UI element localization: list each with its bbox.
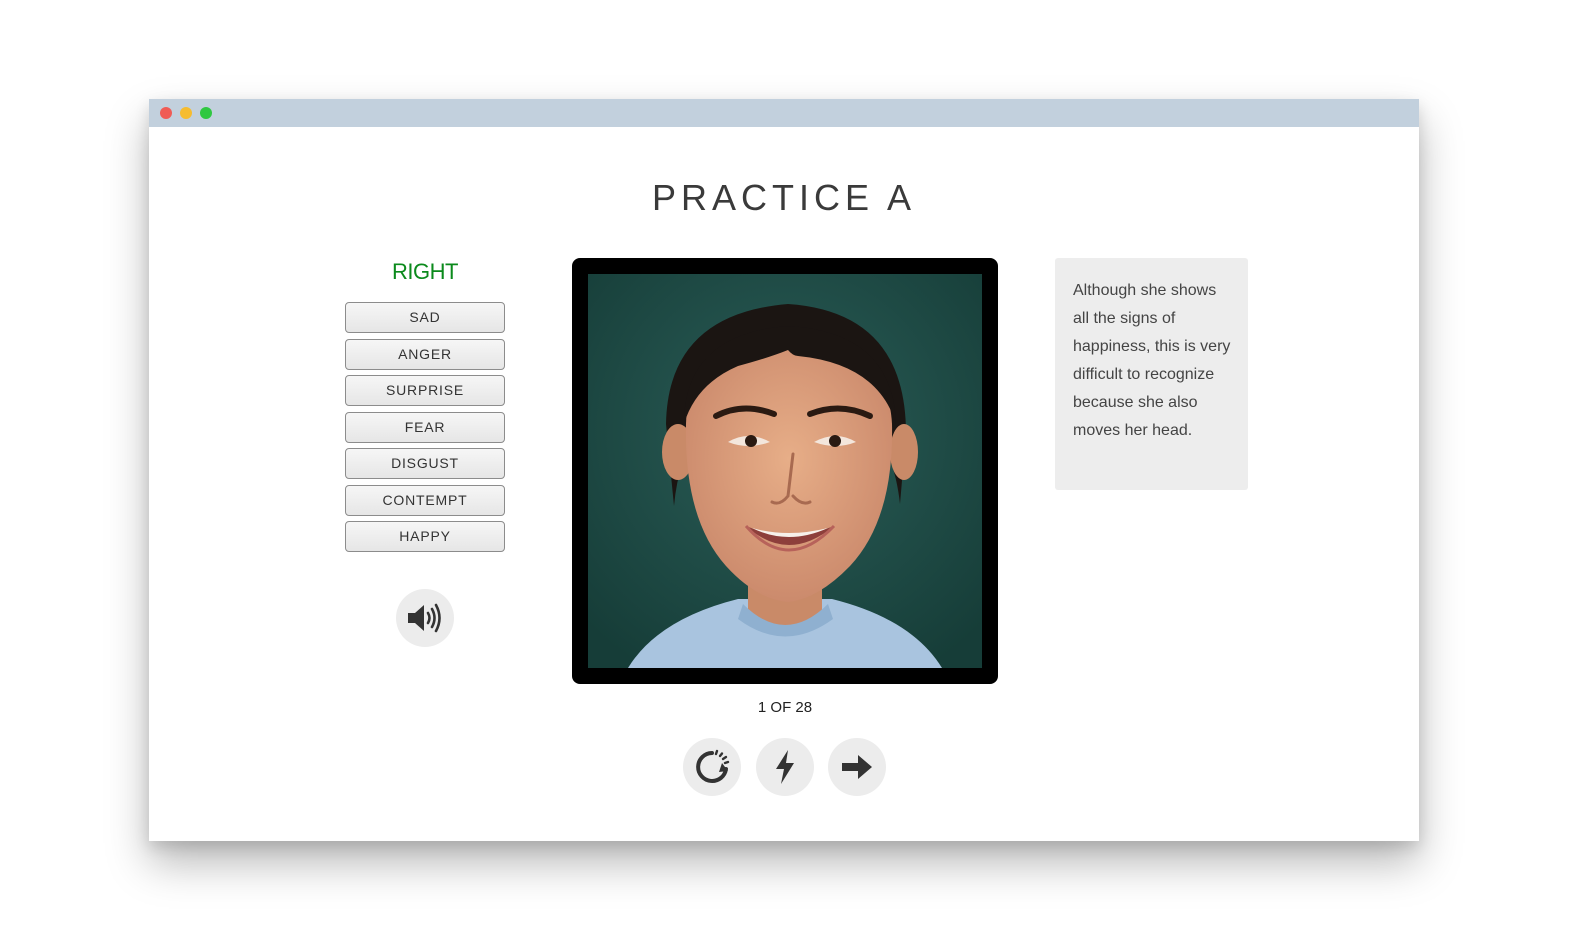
title-bar <box>149 99 1419 127</box>
playback-controls <box>683 738 887 796</box>
close-window-button[interactable] <box>160 107 172 119</box>
emotion-options: SAD ANGER SURPRISE FEAR DISGUST CONTEMPT… <box>345 302 505 558</box>
speaker-icon <box>408 603 441 633</box>
lightning-icon <box>776 750 794 784</box>
minimize-window-button[interactable] <box>180 107 192 119</box>
photo-frame <box>572 258 998 684</box>
arrow-right-icon <box>842 755 872 779</box>
answer-result: RIGHT <box>392 259 458 284</box>
emotion-button-surprise[interactable]: SURPRISE <box>345 375 505 406</box>
page-title: PRACTICE A <box>651 177 917 218</box>
emotion-button-contempt[interactable]: CONTEMPT <box>345 484 505 516</box>
emotion-button-happy[interactable]: HAPPY <box>345 521 505 552</box>
face-illustration <box>588 274 982 668</box>
feedback-panel: Although she shows all the signs of happ… <box>1055 258 1248 490</box>
progress-counter: 1 OF 28 <box>757 699 813 716</box>
sound-button[interactable] <box>396 589 454 647</box>
emotion-button-disgust[interactable]: DISGUST <box>345 448 505 479</box>
flash-button[interactable] <box>756 738 814 796</box>
emotion-button-anger[interactable]: ANGER <box>345 338 505 370</box>
emotion-button-sad[interactable]: SAD <box>345 302 505 333</box>
maximize-window-button[interactable] <box>200 107 212 119</box>
face-photo <box>588 274 982 668</box>
replay-icon <box>696 749 730 783</box>
emotion-button-fear[interactable]: FEAR <box>345 411 505 443</box>
next-button[interactable] <box>828 738 886 796</box>
app-window: PRACTICE A RIGHT SAD ANGER SURPRISE FEAR… <box>149 99 1419 841</box>
replay-button[interactable] <box>683 738 741 796</box>
